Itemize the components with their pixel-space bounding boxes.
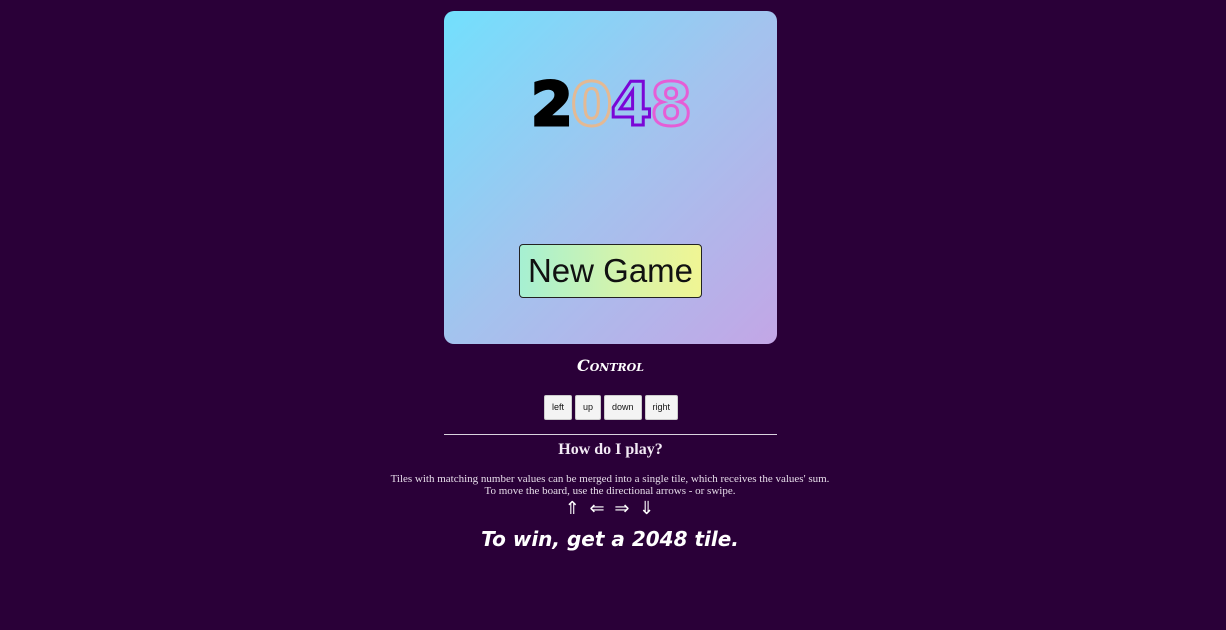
instructions-line-1: Tiles with matching number values can be…	[390, 473, 830, 485]
logo-digit-8: 8	[649, 69, 694, 142]
game-board: 2048 New Game	[444, 11, 777, 344]
instructions-line-2: To move the board, use the directional a…	[484, 485, 736, 497]
logo-digit-2: 2	[530, 69, 575, 142]
divider	[444, 434, 777, 435]
instructions: Tiles with matching number values can be…	[300, 473, 920, 497]
control-heading: Control	[576, 356, 644, 375]
up-button[interactable]: up	[575, 395, 602, 420]
win-condition-text: To win, get a 2048 tile.	[481, 527, 739, 551]
logo-digit-0: 0	[569, 69, 614, 142]
right-button[interactable]: right	[644, 395, 679, 420]
control-buttons: left up down right	[544, 395, 679, 420]
game-logo: 2048	[444, 69, 777, 142]
down-button[interactable]: down	[604, 395, 642, 420]
new-game-button[interactable]: New Game	[519, 244, 702, 298]
left-button[interactable]: left	[544, 395, 573, 420]
direction-arrows-icon: ⇑ ⇐ ⇒ ⇓	[564, 498, 657, 519]
how-to-play-heading: How do I play?	[558, 441, 663, 458]
logo-digit-4: 4	[609, 69, 654, 142]
